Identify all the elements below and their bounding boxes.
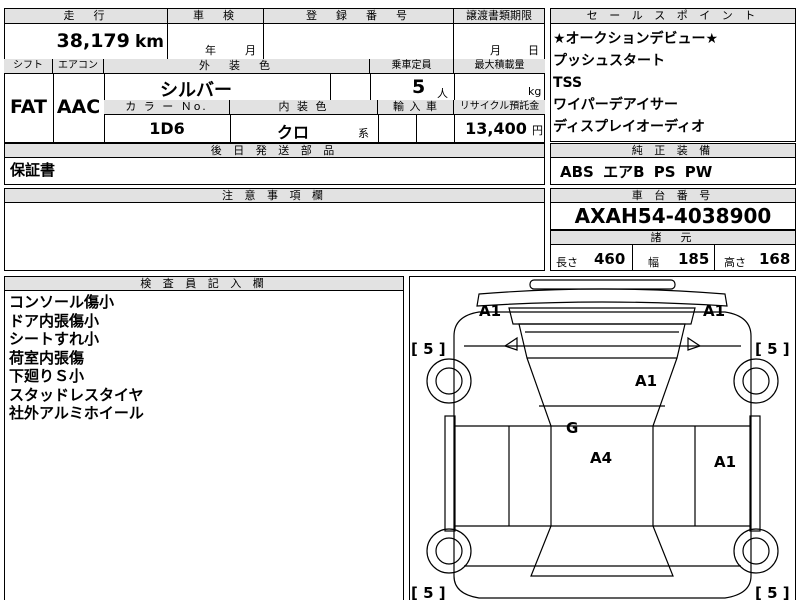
inspector-header: 検 査 員 記 入 欄 [4,276,404,291]
sales-point: ディスプレイオーディオ [553,119,706,135]
sales-point: プッシュスタート [553,53,665,69]
inspector-note: シートすれ小 [9,330,100,348]
inspector-notes-list: コンソール傷小 ドア内張傷小 シートすれ小 荷室内張傷 下廻りＳ小 スタッドレス… [9,293,144,423]
sales-point: ワイパーデアイサー [553,97,679,113]
inspector-note: コンソール傷小 [9,293,115,311]
capacity-unit: 人 [437,87,448,100]
inspector-note: スタッドレスタイヤ [9,385,144,404]
aircon-value: AAC [56,96,101,118]
damage-mark: A1 [635,372,657,390]
chassis-header: 車 台 番 号 [550,188,796,203]
height-value: 168 [759,250,791,268]
car-outline [426,279,779,599]
sales-points-header: セ ー ル ス ポ イ ン ト [550,8,796,24]
width-value: 185 [678,250,710,268]
tire-mark: [ 5 ] [755,340,790,358]
color-no-header: カ ラ ー Ｎo. [104,100,230,115]
height-label: 高さ [724,256,746,269]
sales-point: TSS [553,75,583,91]
shift-value: FAT [10,96,47,118]
capacity-header: 乗車定員 [370,59,454,74]
mileage-header: 走 行 [4,8,168,24]
recycle-header: リサイクル預託金 [454,100,545,115]
interior-suffix: 系 [358,127,369,140]
spec-header: 諸 元 [550,230,796,245]
sales-point: ★オークションデビュー★ [553,31,719,47]
sales-points-list: ★オークションデビュー★ プッシュスタート TSS ワイパーデアイサー ディスプ… [553,28,718,138]
mileage-unit: km [134,32,164,52]
damage-mark: G [566,419,578,437]
tire-mark: [ 5 ] [411,584,446,600]
transfer-deadline-header: 譲渡書類期限 [453,8,545,24]
shift-header: シフト [4,59,53,74]
color-no-value: 1D6 [149,119,185,138]
chassis-number: AXAH54-4038900 [574,204,772,228]
aircon-header: エアコン [53,59,104,74]
inspector-note: 下廻りＳ小 [9,367,85,385]
car-diagram: A1 A1 A1 G A4 A1 [ 5 ] [ 5 ] [ 5 ] [ 5 ] [411,279,790,600]
damage-mark: A1 [714,453,736,471]
load-unit: kg [528,85,542,98]
recycle-unit: 円 [532,124,543,137]
damage-mark: A1 [479,302,501,320]
transfer-day: 日 [528,44,539,57]
damage-mark: A1 [703,302,725,320]
exterior-color-value: シルバー [160,80,232,101]
damage-marks: A1 A1 A1 G A4 A1 [479,302,736,471]
length-label: 長さ [556,256,578,269]
equipment-header: 純 正 装 備 [550,143,796,158]
exterior-color-header: 外 装 色 [104,59,370,74]
width-label: 幅 [648,256,659,269]
tire-mark: [ 5 ] [411,340,446,358]
inspector-note: 社外アルミホイール [9,404,144,422]
shaken-month: 月 [245,44,256,57]
damage-mark: A4 [590,449,612,467]
shaken-header: 車 検 [167,8,264,24]
transfer-month: 月 [490,44,501,57]
inspector-note: 荷室内張傷 [9,348,85,367]
inspector-note: ドア内張傷小 [9,311,100,330]
reg-no-header: 登 録 番 号 [263,8,454,24]
interior-color-header: 内 装 色 [230,100,378,115]
delivery-parts-item: 保証書 [10,161,56,179]
recycle-value: 13,400 円 [465,119,543,138]
max-load-header: 最大積載量 [454,59,545,74]
import-header: 輸 入 車 [378,100,454,115]
capacity-value: 5 [412,76,426,98]
tire-mark: [ 5 ] [755,584,790,600]
delivery-parts-header: 後 日 発 送 部 品 [4,143,545,158]
equipment-value: ABS エアB PS PW [560,163,713,181]
mileage-value: 38,179 km [56,30,164,52]
interior-color-value: クロ [276,123,309,142]
shaken-year: 年 [205,44,216,57]
length-value: 460 [594,250,626,268]
notes-header: 注 意 事 項 欄 [4,188,545,203]
